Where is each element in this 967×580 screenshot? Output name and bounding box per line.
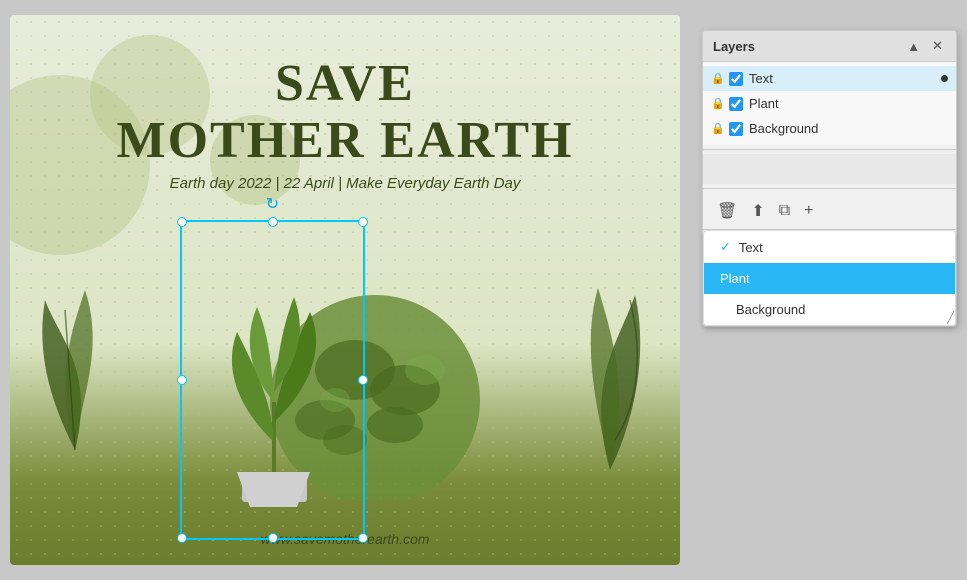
dropdown-text-label: Text xyxy=(739,240,763,255)
layer-item-background[interactable]: 🔒 Background xyxy=(703,116,956,141)
lock-icon-text: 🔒 xyxy=(711,72,725,86)
canvas-title: SAVE MOTHER EARTH xyxy=(10,55,680,169)
layer-checkbox-plant[interactable] xyxy=(729,97,743,111)
plant-selection-box: ↻ xyxy=(180,220,365,540)
layer-active-dot xyxy=(941,75,948,82)
dropdown-item-text[interactable]: Text xyxy=(704,231,955,263)
layer-item-plant[interactable]: 🔒 Plant xyxy=(703,91,956,116)
dropdown-item-background[interactable]: Background xyxy=(704,294,955,325)
layers-dropdown: Text Plant Background xyxy=(703,230,956,326)
layer-item-text[interactable]: 🔒 Text xyxy=(703,66,956,91)
layers-toolbar: 🗑 ⬆ ⧉ + xyxy=(703,193,956,230)
layers-panel-title: Layers xyxy=(713,39,755,54)
layer-name-background: Background xyxy=(749,121,948,136)
resize-handle[interactable]: ╱ xyxy=(947,313,954,324)
layers-list: 🔒 Text 🔒 Plant 🔒 Background xyxy=(703,62,956,145)
canvas-subtitle: Earth day 2022 | 22 April | Make Everyda… xyxy=(10,175,680,192)
minimize-button[interactable]: ▲ xyxy=(904,37,923,55)
close-button[interactable]: ✕ xyxy=(929,37,946,55)
layers-divider-2 xyxy=(703,188,956,189)
export-layer-button[interactable]: ⬆ xyxy=(747,199,768,223)
duplicate-layer-button[interactable]: ⧉ xyxy=(775,200,794,222)
dropdown-background-label: Background xyxy=(736,302,805,317)
rotate-handle[interactable]: ↻ xyxy=(265,194,281,210)
leaf-decoration-right xyxy=(560,280,660,485)
leaf-decoration-left xyxy=(25,280,125,465)
layers-spacer xyxy=(703,154,956,184)
add-layer-button[interactable]: + xyxy=(800,200,817,222)
layer-name-text: Text xyxy=(749,71,941,86)
layers-panel-header: Layers ▲ ✕ xyxy=(703,31,956,62)
delete-layer-button[interactable]: 🗑 xyxy=(713,199,741,223)
layers-panel: Layers ▲ ✕ 🔒 Text 🔒 Plant 🔒 Background xyxy=(702,30,957,327)
lock-icon-background: 🔒 xyxy=(711,122,725,136)
lock-icon-plant: 🔒 xyxy=(711,97,725,111)
layers-header-controls: ▲ ✕ xyxy=(904,37,946,55)
canvas-area: SAVE MOTHER EARTH Earth day 2022 | 22 Ap… xyxy=(10,15,680,565)
layer-checkbox-text[interactable] xyxy=(729,72,743,86)
dropdown-plant-label: Plant xyxy=(720,271,750,286)
layer-checkbox-background[interactable] xyxy=(729,122,743,136)
layer-name-plant: Plant xyxy=(749,96,948,111)
layers-divider-1 xyxy=(703,149,956,150)
dropdown-item-plant[interactable]: Plant xyxy=(704,263,955,294)
